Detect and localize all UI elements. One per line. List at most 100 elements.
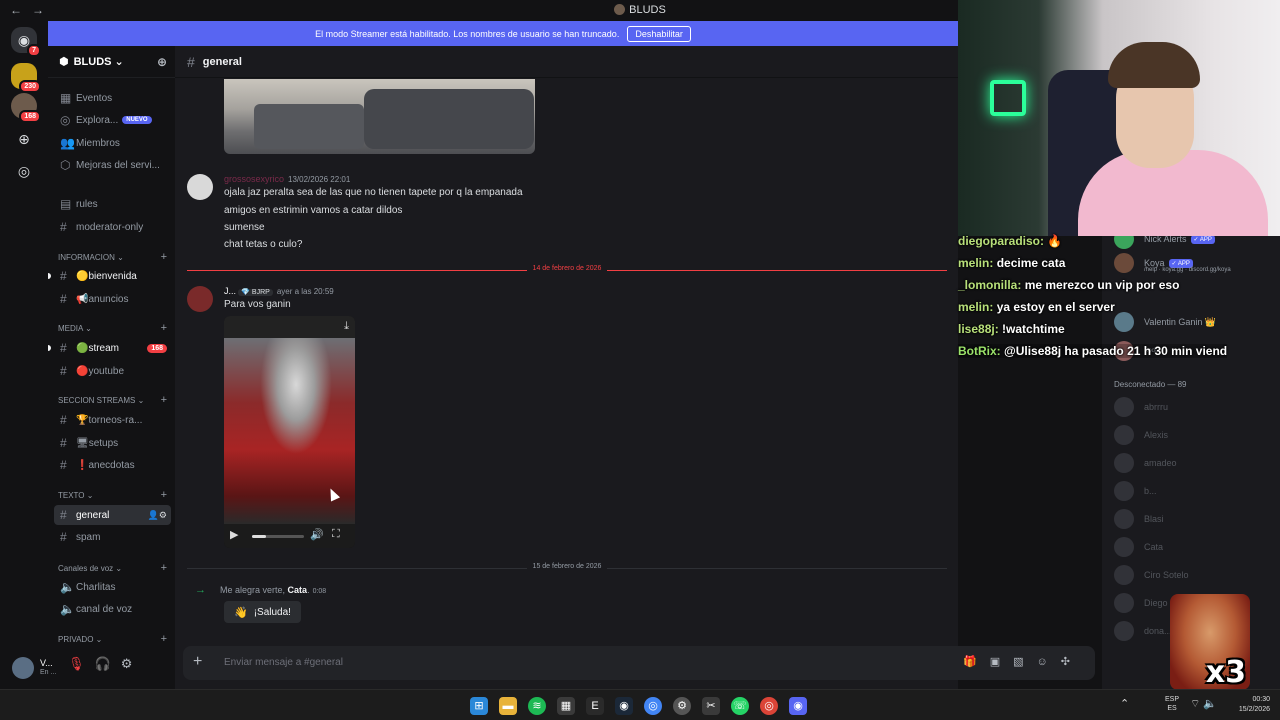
language-indicator[interactable]: ESP ES <box>1165 695 1179 713</box>
add-channel-icon[interactable]: + <box>161 322 167 334</box>
gift-icon[interactable]: 🎁 <box>963 656 990 668</box>
member-item[interactable]: Blasi <box>1114 508 1164 530</box>
emoji-icon[interactable]: ☺ <box>1037 656 1061 668</box>
system-welcome-message: → Me alegra verte, Cata. 0:08 <box>195 584 326 596</box>
neon-sign <box>990 80 1026 116</box>
category-informacion[interactable]: INFORMACION ⌄ + <box>58 251 171 263</box>
member-item[interactable]: Diego <box>1114 592 1168 614</box>
category-voz[interactable]: Canales de voz ⌄ + <box>58 562 171 574</box>
image-attachment[interactable] <box>224 79 535 154</box>
gif-icon[interactable]: ▣ <box>990 656 1013 668</box>
channel-stream[interactable]: # 🟢stream 168 <box>54 338 171 358</box>
store-icon[interactable]: ▦ <box>557 697 575 715</box>
category-privado[interactable]: PRIVADO ⌄ + <box>58 633 171 645</box>
category-texto[interactable]: TEXTO ⌄ + <box>58 489 171 501</box>
channel-setups[interactable]: # 🖥setups <box>54 433 171 453</box>
mic-muted-icon[interactable]: 🎙 <box>68 656 95 671</box>
play-icon[interactable]: ▶ <box>230 528 238 541</box>
hash-icon: # <box>60 413 67 427</box>
clock[interactable]: 00:30 15/2/2026 <box>1228 695 1270 715</box>
wifi-icon[interactable]: ⌔ <box>1190 698 1200 710</box>
windows-start-icon[interactable]: ⊞ <box>470 697 488 715</box>
download-icon[interactable]: ⤓ <box>344 320 349 333</box>
add-channel-icon[interactable]: + <box>161 489 167 501</box>
voice-channel-canal-de-voz[interactable]: 🔈 canal de voz <box>54 599 171 619</box>
member-item[interactable]: dona... <box>1114 620 1172 642</box>
chrome-profile-icon[interactable]: ◎ <box>760 697 778 715</box>
capcut-icon[interactable]: ✂ <box>702 697 720 715</box>
sidebar-item-explore[interactable]: ◎ Explora... NUEVO <box>54 110 171 130</box>
disable-streamer-button[interactable]: Deshabilitar <box>627 25 691 42</box>
message-composer[interactable]: + Enviar mensaje a #general 🎁▣▧☺✣ <box>183 646 1095 680</box>
channel-youtube[interactable]: # 🔴youtube <box>54 361 171 381</box>
invite-icon[interactable]: ⊕ <box>157 55 167 69</box>
volume-icon[interactable]: 🔊 <box>310 528 324 541</box>
channel-anuncios[interactable]: # 📢anuncios <box>54 289 171 309</box>
settings-app-icon[interactable]: ⚙ <box>673 697 691 715</box>
avatar[interactable] <box>12 656 34 679</box>
video-progress-bar[interactable] <box>252 535 304 538</box>
add-channel-icon[interactable]: + <box>161 394 167 406</box>
avatar[interactable] <box>187 174 213 200</box>
message-author[interactable]: J... <box>224 286 236 296</box>
welcome-user[interactable]: Cata <box>288 585 308 595</box>
voice-channel-charlitas[interactable]: 🔈 Charlitas <box>54 577 171 597</box>
category-streams[interactable]: SECCION STREAMS ⌄ + <box>58 394 171 406</box>
discover-icon[interactable]: ◎ <box>11 158 37 184</box>
chevron-up-icon[interactable]: ⌃ <box>1120 698 1129 710</box>
add-channel-icon[interactable]: + <box>161 633 167 645</box>
avatar[interactable] <box>187 286 213 312</box>
member-item[interactable]: Alexis <box>1114 424 1168 446</box>
member-item[interactable]: Ciro Sotelo <box>1114 564 1189 586</box>
attach-plus-icon[interactable]: + <box>193 653 202 671</box>
user-info[interactable]: V... En ... <box>40 658 56 678</box>
speaker-tray-icon[interactable]: 🔈 <box>1203 698 1217 710</box>
discord-icon[interactable]: ◉ <box>789 697 807 715</box>
add-channel-icon[interactable]: + <box>161 562 167 574</box>
sidebar-item-members[interactable]: 👥 Miembros <box>54 133 171 153</box>
sidebar-item-events[interactable]: ▦ Eventos <box>54 88 171 108</box>
fullscreen-icon[interactable]: ⛶ <box>332 528 340 541</box>
channel-label: 🔴youtube <box>76 365 125 377</box>
channel-anecdotas[interactable]: # ❗anecdotas <box>54 455 171 475</box>
channel-general[interactable]: # general 👤⚙ <box>54 505 171 525</box>
channel-settings-icon[interactable]: 👤⚙ <box>148 510 167 521</box>
add-channel-icon[interactable]: + <box>161 251 167 263</box>
server-icon-bluds[interactable]: 168 <box>11 93 41 123</box>
channel-moderator-only[interactable]: # moderator-only <box>54 217 171 237</box>
message-input[interactable]: Enviar mensaje a #general <box>224 657 343 668</box>
channel-label: spam <box>76 531 101 543</box>
add-server-icon[interactable]: ⊕ <box>11 126 37 152</box>
steam-icon[interactable]: ◉ <box>615 697 633 715</box>
channel-bienvenida[interactable]: # 🟡bienvenida <box>54 266 171 286</box>
dm-home-button[interactable]: ◉ 7 <box>11 27 41 57</box>
dm-badge: 7 <box>27 44 41 57</box>
member-item[interactable]: Cata <box>1114 536 1163 558</box>
channel-rules[interactable]: ▤ rules <box>54 194 171 214</box>
member-item[interactable]: amadeo <box>1114 452 1177 474</box>
sidebar-item-boosts[interactable]: ⬡ Mejoras del servi... <box>54 155 171 175</box>
whatsapp-icon[interactable]: ☏ <box>731 697 749 715</box>
sticker-icon[interactable]: ▧ <box>1013 656 1036 668</box>
server-icon-1[interactable]: 230 <box>11 63 41 93</box>
hash-icon: # <box>60 508 67 522</box>
category-media[interactable]: MEDIA ⌄ + <box>58 322 171 334</box>
gear-icon[interactable]: ⚙ <box>121 656 143 671</box>
member-item[interactable]: b... <box>1114 480 1157 502</box>
member-item[interactable]: abrrru <box>1114 396 1168 418</box>
member-item[interactable]: Koya ✓ APP/help · koya.gg · discord.gg/ko… <box>1114 252 1231 274</box>
headphones-icon[interactable]: 🎧 <box>95 656 121 671</box>
member-name: Blasi <box>1144 514 1164 524</box>
server-header[interactable]: ⬢ BLUDS ⌄ ⊕ <box>48 46 175 78</box>
apps-icon[interactable]: ✣ <box>1061 656 1083 668</box>
channel-torneos[interactable]: # 🏆torneos-ra... <box>54 410 171 430</box>
member-item[interactable]: Valentin Ganin 👑 <box>1114 311 1216 333</box>
video-attachment[interactable]: ⤓ ▶ 🔊 ⛶ <box>224 316 355 548</box>
message-author[interactable]: grossosexyrico <box>224 174 284 184</box>
channel-spam[interactable]: # spam <box>54 527 171 547</box>
spotify-icon[interactable]: ≋ <box>528 697 546 715</box>
chrome-icon[interactable]: ◎ <box>644 697 662 715</box>
file-explorer-icon[interactable]: ▬ <box>499 697 517 715</box>
wave-button[interactable]: 👋 ¡Saluda! <box>224 601 301 623</box>
epic-games-icon[interactable]: E <box>586 697 604 715</box>
